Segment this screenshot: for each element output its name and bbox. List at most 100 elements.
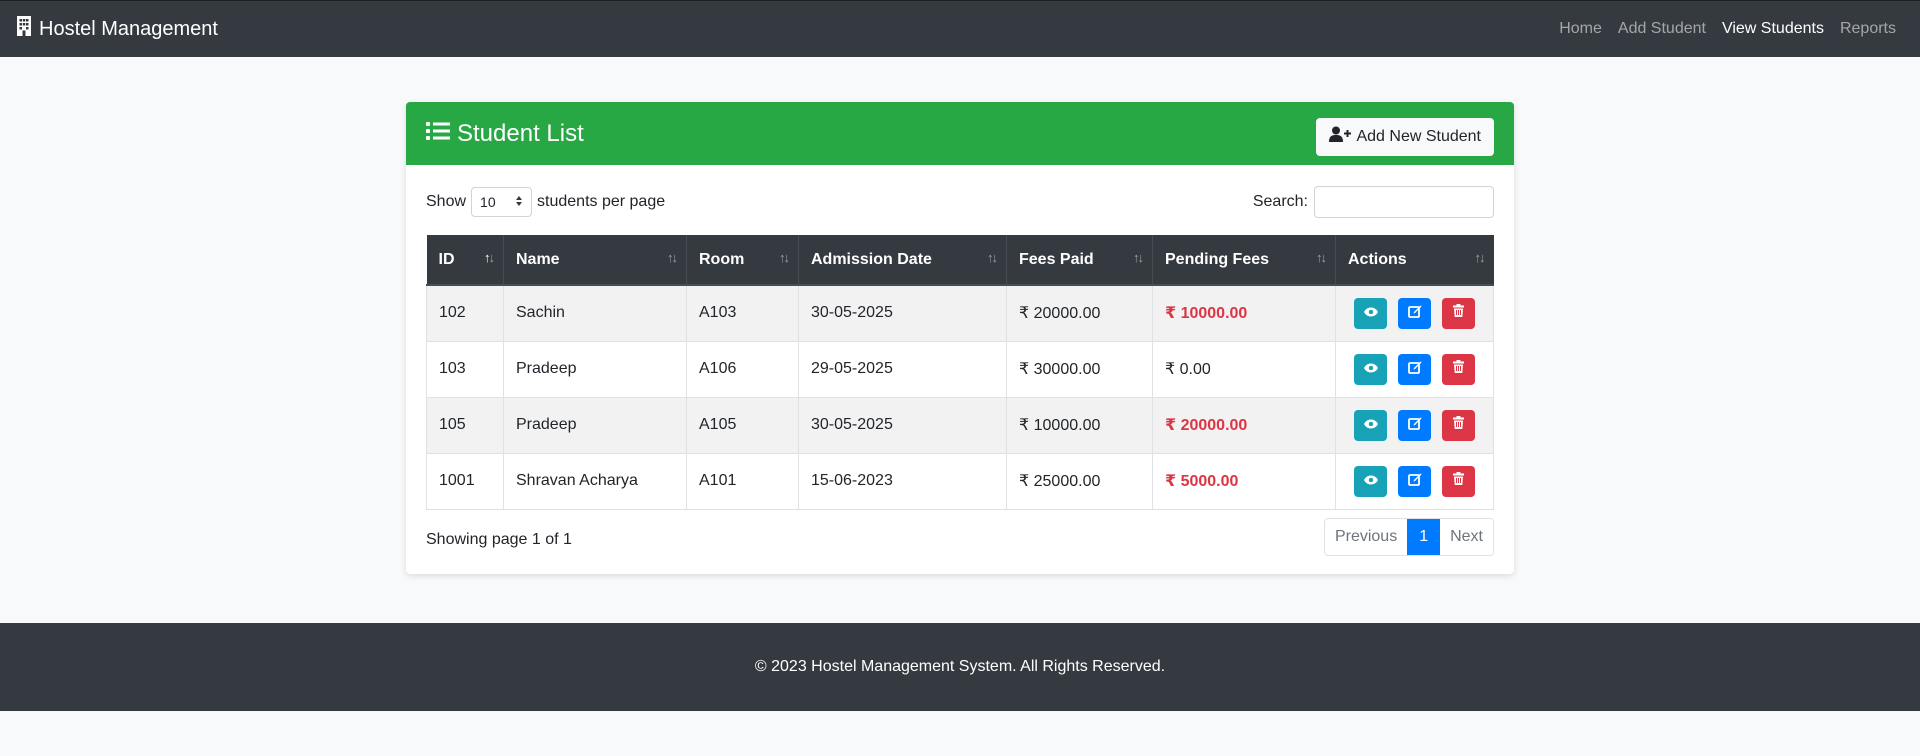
cell-id: 1001 — [426, 452, 504, 510]
eye-icon — [1363, 304, 1378, 322]
pagination-next[interactable]: Next — [1440, 518, 1493, 555]
top-navbar: Hostel Management Home Add Student View … — [0, 0, 1920, 57]
table-toolbar: Show 10 students per page Search: — [426, 185, 1494, 219]
col-room[interactable]: Room ↑↓ — [686, 235, 799, 286]
cell-pending: ₹ 0.00 — [1152, 340, 1336, 398]
nav-links: Home Add Student View Students Reports — [1551, 20, 1904, 38]
sort-icon: ↑↓ — [667, 250, 678, 265]
view-button[interactable] — [1354, 297, 1387, 329]
col-fees-paid[interactable]: Fees Paid ↑↓ — [1006, 235, 1153, 286]
table-row: 103 Pradeep A106 29-05-2025 ₹ 30000.00 ₹… — [426, 340, 1494, 398]
view-button[interactable] — [1354, 409, 1387, 441]
cell-room: A103 — [686, 284, 799, 342]
sort-icon: ↑↓ — [1474, 250, 1486, 265]
cell-paid: ₹ 25000.00 — [1006, 452, 1153, 510]
sort-icon: ↑↓ — [1133, 250, 1144, 265]
card-title-text: Student List — [457, 119, 584, 147]
sort-icon: ↑↓ — [987, 250, 998, 265]
sort-icon: ↑↓ — [484, 250, 495, 265]
search-input[interactable] — [1314, 186, 1494, 218]
eye-icon — [1363, 472, 1378, 490]
col-pending-fees[interactable]: Pending Fees ↑↓ — [1152, 235, 1336, 286]
site-footer: © 2023 Hostel Management System. All Rig… — [0, 623, 1920, 711]
add-new-student-button[interactable]: Add New Student — [1316, 117, 1494, 156]
brand-label: Hostel Management — [39, 17, 218, 40]
card-header: Student List Add New Student — [406, 102, 1514, 165]
cell-paid: ₹ 10000.00 — [1006, 396, 1153, 454]
view-button[interactable] — [1354, 353, 1387, 385]
edit-icon — [1407, 416, 1422, 435]
cell-paid: ₹ 20000.00 — [1006, 284, 1153, 342]
show-label: Show — [426, 193, 467, 210]
col-id[interactable]: ID ↑↓ — [426, 235, 504, 286]
col-name[interactable]: Name ↑↓ — [503, 235, 687, 286]
edit-button[interactable] — [1398, 353, 1431, 385]
table-row: 1001 Shravan Acharya A101 15-06-2023 ₹ 2… — [426, 452, 1494, 510]
nav-home[interactable]: Home — [1551, 20, 1610, 38]
table-row: 102 Sachin A103 30-05-2025 ₹ 20000.00 ₹ … — [426, 284, 1494, 342]
cell-actions — [1335, 452, 1494, 510]
cell-pending: ₹ 5000.00 — [1152, 452, 1336, 510]
list-icon — [426, 120, 457, 148]
edit-icon — [1407, 304, 1422, 323]
trash-icon — [1453, 472, 1464, 490]
cell-date: 30-05-2025 — [798, 396, 1007, 454]
cell-date: 29-05-2025 — [798, 340, 1007, 398]
eye-icon — [1363, 416, 1378, 434]
cell-date: 15-06-2023 — [798, 452, 1007, 510]
trash-icon — [1453, 360, 1464, 378]
building-icon — [16, 16, 39, 42]
card-title: Student List — [426, 120, 584, 148]
cell-date: 30-05-2025 — [798, 284, 1007, 342]
cell-pending: ₹ 20000.00 — [1152, 396, 1336, 454]
select-arrows-icon — [515, 194, 523, 210]
pagination-previous[interactable]: Previous — [1324, 518, 1408, 555]
nav-reports[interactable]: Reports — [1832, 20, 1904, 38]
nav-add-student[interactable]: Add Student — [1610, 20, 1714, 38]
students-table: ID ↑↓ Name ↑↓ Room ↑↓ Admission Date ↑↓ Fees… — [426, 235, 1494, 510]
edit-button[interactable] — [1398, 465, 1431, 497]
per-page-value: 10 — [480, 194, 496, 210]
cell-pending: ₹ 10000.00 — [1152, 284, 1336, 342]
delete-button[interactable] — [1442, 465, 1475, 497]
pagination-page-1[interactable]: 1 — [1407, 518, 1441, 555]
table-footer: Showing page 1 of 1 Previous 1 Next — [426, 517, 1494, 556]
cell-id: 102 — [426, 284, 504, 342]
cell-name: Pradeep — [503, 340, 687, 398]
cell-id: 103 — [426, 340, 504, 398]
add-new-student-label: Add New Student — [1356, 127, 1481, 145]
eye-icon — [1363, 360, 1378, 378]
search-label: Search: — [1252, 193, 1308, 210]
cell-name: Shravan Acharya — [503, 452, 687, 510]
col-actions[interactable]: Actions ↑↓ — [1335, 235, 1494, 286]
edit-icon — [1407, 472, 1422, 491]
user-plus-icon — [1329, 126, 1356, 147]
sort-icon: ↑↓ — [779, 250, 790, 265]
student-list-card: Student List Add New Student Show 10 stu… — [406, 102, 1514, 574]
cell-name: Sachin — [503, 284, 687, 342]
delete-button[interactable] — [1442, 353, 1475, 385]
sort-icon: ↑↓ — [1316, 250, 1327, 265]
search-wrap: Search: — [1253, 186, 1494, 218]
delete-button[interactable] — [1442, 409, 1475, 441]
edit-button[interactable] — [1398, 409, 1431, 441]
brand[interactable]: Hostel Management — [16, 16, 218, 42]
cell-room: A105 — [686, 396, 799, 454]
col-admission-date[interactable]: Admission Date ↑↓ — [798, 235, 1007, 286]
view-button[interactable] — [1354, 465, 1387, 497]
cell-actions — [1335, 284, 1494, 342]
edit-icon — [1407, 360, 1422, 379]
per-page-suffix: students per page — [537, 193, 666, 210]
cell-room: A101 — [686, 452, 799, 510]
per-page-select[interactable]: 10 — [471, 187, 533, 217]
cell-actions — [1335, 396, 1494, 454]
cell-name: Pradeep — [503, 396, 687, 454]
nav-view-students[interactable]: View Students — [1714, 20, 1832, 38]
cell-actions — [1335, 340, 1494, 398]
cell-paid: ₹ 30000.00 — [1006, 340, 1153, 398]
edit-button[interactable] — [1398, 297, 1431, 329]
pagination: Previous 1 Next — [1323, 517, 1494, 556]
table-row: 105 Pradeep A105 30-05-2025 ₹ 10000.00 ₹… — [426, 396, 1494, 454]
cell-room: A106 — [686, 340, 799, 398]
delete-button[interactable] — [1442, 297, 1475, 329]
